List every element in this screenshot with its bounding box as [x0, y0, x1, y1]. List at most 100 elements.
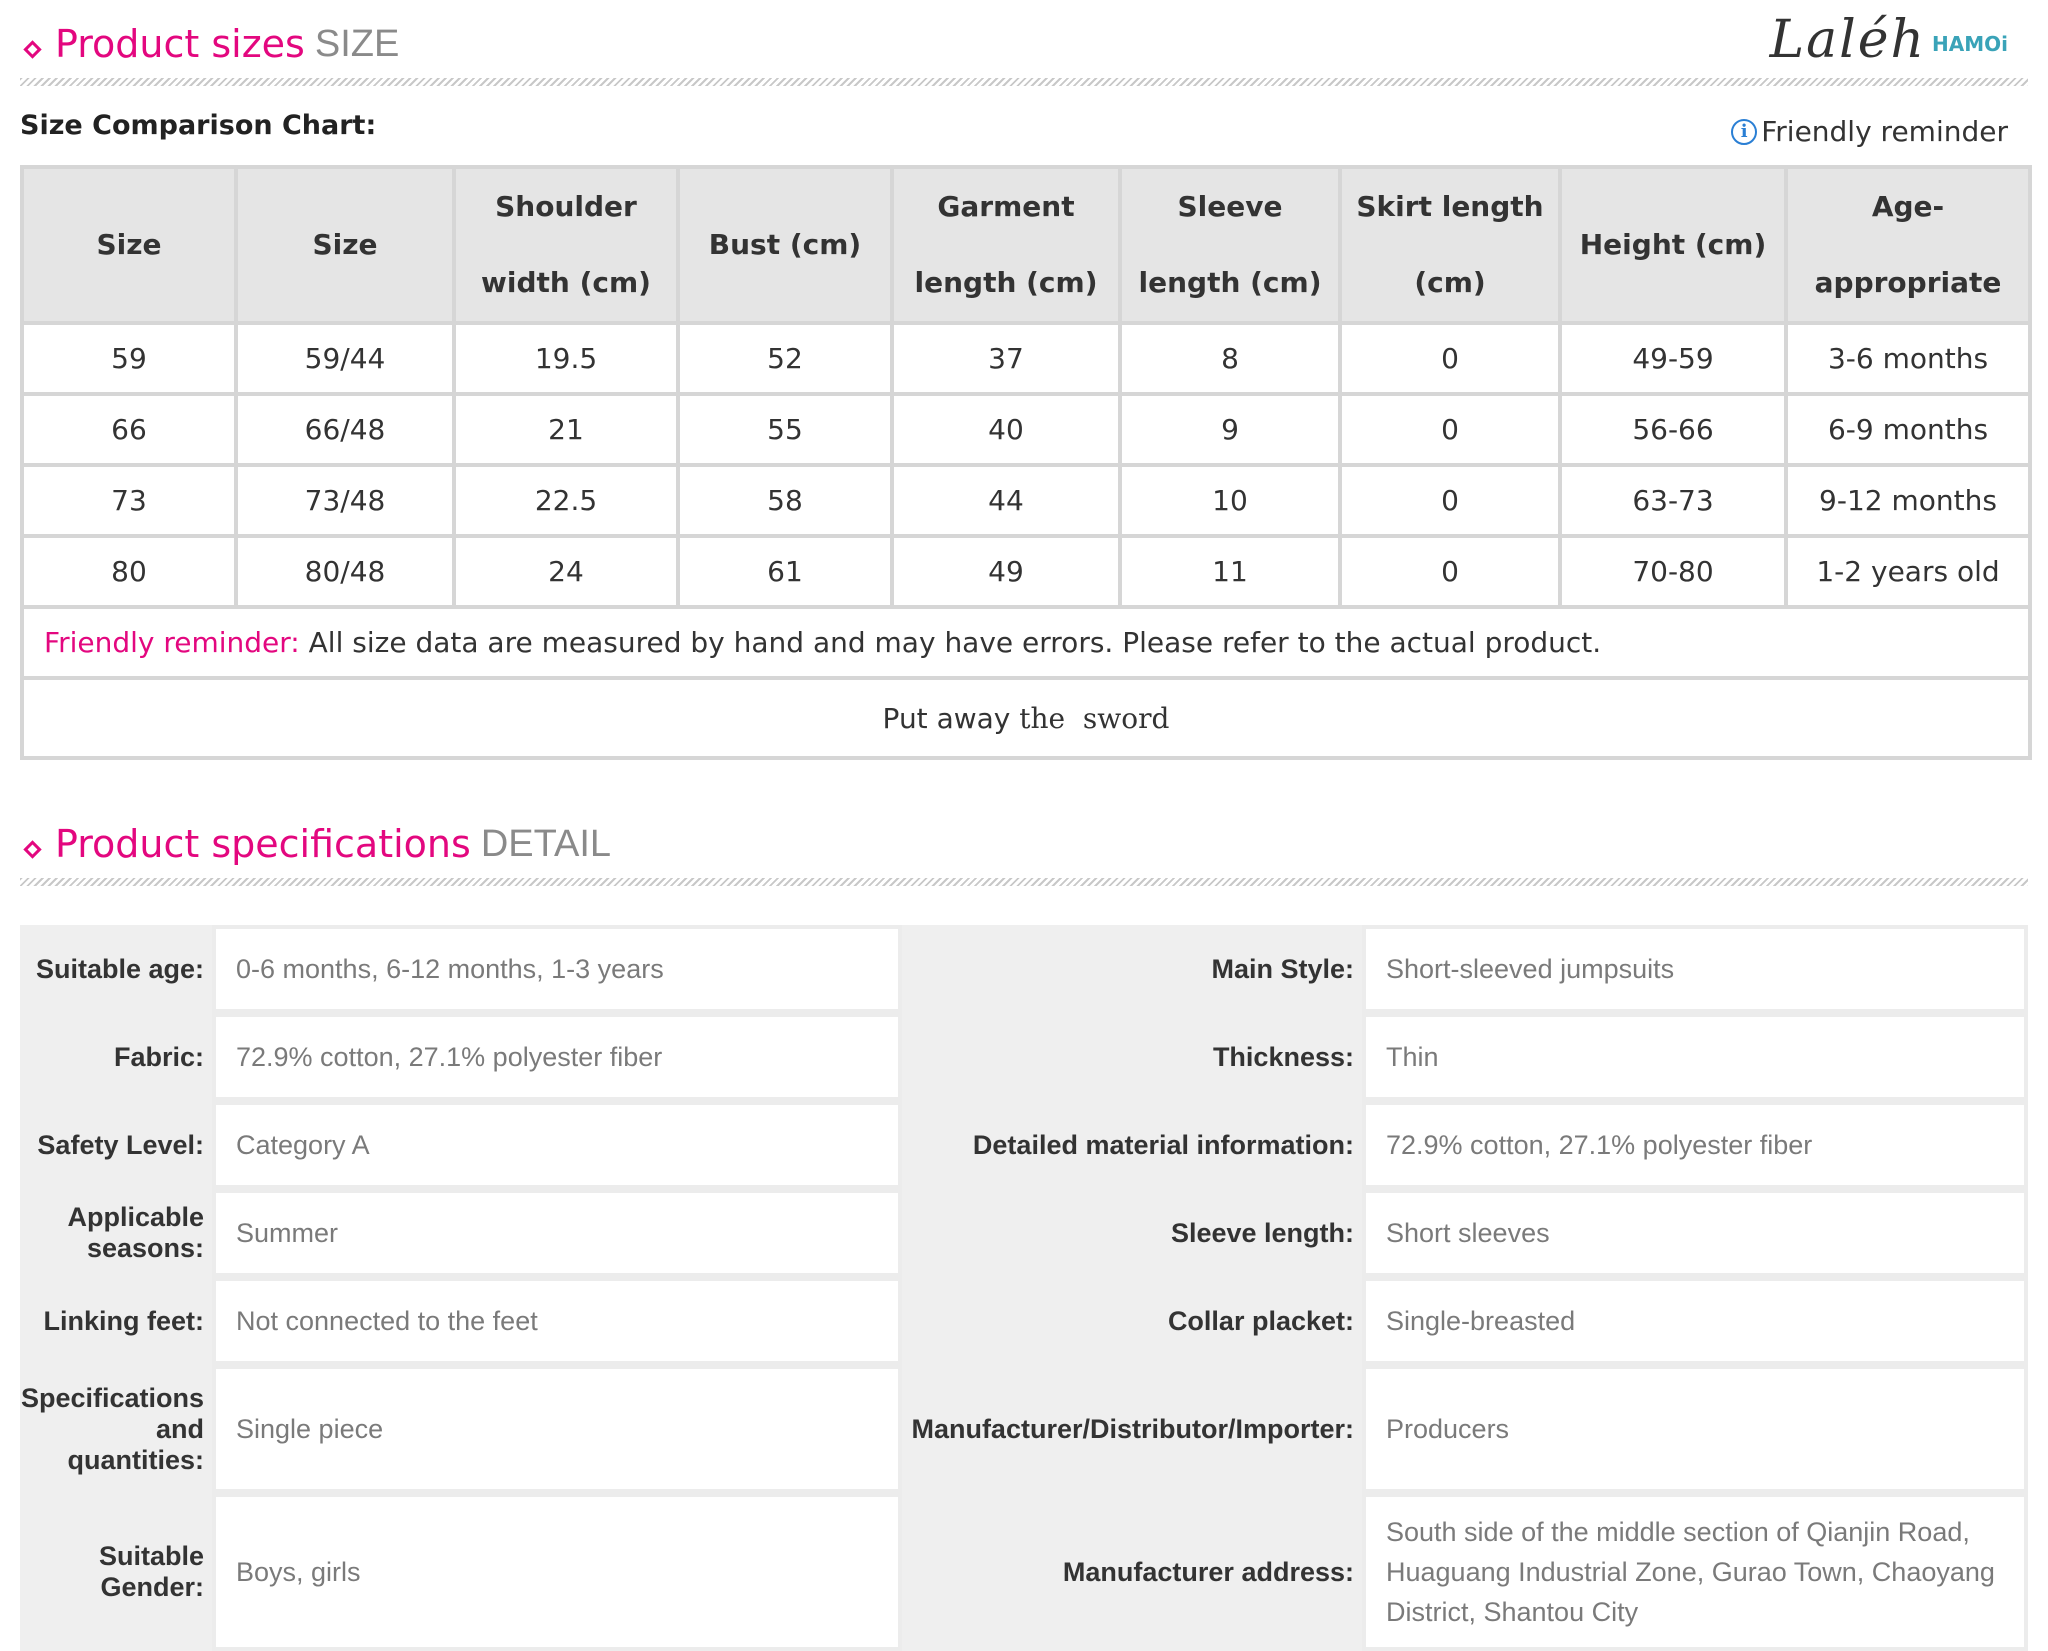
friendly-reminder-label: Friendly reminder — [1761, 115, 2008, 148]
table-cell: 73/48 — [234, 463, 456, 538]
header-cell: Skirt length (cm) — [1338, 165, 1562, 325]
note-label: Friendly reminder: — [44, 626, 300, 659]
size-table-header: Size Size Shoulder width (cm) Bust (cm) … — [20, 165, 2032, 325]
spec-key: Manufacturer address: — [902, 1493, 1362, 1651]
spec-row: Suitable Gender: Boys, girls Manufacture… — [20, 1493, 2028, 1651]
table-cell: 49-59 — [1558, 321, 1788, 396]
table-cell: 10 — [1118, 463, 1342, 538]
table-cell: 55 — [676, 392, 894, 467]
table-cell: 44 — [890, 463, 1122, 538]
spec-value: Category A — [212, 1101, 902, 1189]
table-cell: 63-73 — [1558, 463, 1788, 538]
spec-key: Linking feet: — [20, 1277, 212, 1365]
brand-hamoi: HAMOi — [1932, 32, 2008, 56]
spec-table: Suitable age: 0-6 months, 6-12 months, 1… — [20, 925, 2028, 1651]
spec-key: Collar placket: — [902, 1277, 1362, 1365]
table-cell: 70-80 — [1558, 534, 1788, 609]
table-cell: 0 — [1338, 534, 1562, 609]
table-cell: 1-2 years old — [1784, 534, 2032, 609]
size-table: Size Size Shoulder width (cm) Bust (cm) … — [20, 165, 2032, 760]
table-cell: 40 — [890, 392, 1122, 467]
sizes-section-header: Product sizes SIZE — [20, 8, 2028, 86]
size-chart-label: Size Comparison Chart: — [20, 110, 377, 141]
spec-subtitle: DETAIL — [480, 823, 612, 865]
header-cell: Size — [234, 165, 456, 325]
sizes-subtitle: SIZE — [314, 23, 400, 65]
dotted-divider — [20, 78, 2028, 86]
table-row: 73 73/48 22.5 58 44 10 0 63-73 9-12 mont… — [20, 463, 2032, 538]
table-cell: 52 — [676, 321, 894, 396]
spec-value: Single piece — [212, 1365, 902, 1493]
friendly-reminder-link[interactable]: i Friendly reminder — [1731, 115, 2008, 148]
table-row: 80 80/48 24 61 49 11 0 70-80 1-2 years o… — [20, 534, 2032, 609]
table-row: 66 66/48 21 55 40 9 0 56-66 6-9 months — [20, 392, 2032, 467]
brand-script: Laléh — [1769, 10, 1927, 70]
table-cell: 58 — [676, 463, 894, 538]
spec-key: Main Style: — [902, 925, 1362, 1013]
table-cell: 59/44 — [234, 321, 456, 396]
spec-value: 72.9% cotton, 27.1% polyester fiber — [212, 1013, 902, 1101]
spec-value: 0-6 months, 6-12 months, 1-3 years — [212, 925, 902, 1013]
table-row: 59 59/44 19.5 52 37 8 0 49-59 3-6 months — [20, 321, 2032, 396]
spec-key: Manufacturer/Distributor/Importer: — [902, 1365, 1362, 1493]
table-note-row: Friendly reminder: All size data are mea… — [20, 605, 2032, 680]
spec-key: Thickness: — [902, 1013, 1362, 1101]
table-footer-row: Put away the sword — [20, 676, 2032, 760]
brand-logo: Laléh HAMOi — [1770, 10, 2008, 70]
spec-key: Safety Level: — [20, 1101, 212, 1189]
header-cell: Height (cm) — [1558, 165, 1788, 325]
table-cell: 9 — [1118, 392, 1342, 467]
header-cell: Sleeve length (cm) — [1118, 165, 1342, 325]
table-cell: 49 — [890, 534, 1122, 609]
spec-row: Safety Level: Category A Detailed materi… — [20, 1101, 2028, 1189]
spec-value: Single-breasted — [1362, 1277, 2028, 1365]
spec-key: Suitable age: — [20, 925, 212, 1013]
table-cell: 24 — [452, 534, 680, 609]
table-cell: 11 — [1118, 534, 1342, 609]
table-cell: 6-9 months — [1784, 392, 2032, 467]
spec-key: Suitable Gender: — [20, 1493, 212, 1651]
spec-value: South side of the middle section of Qian… — [1362, 1493, 2028, 1651]
table-cell: 66/48 — [234, 392, 456, 467]
spec-value: Summer — [212, 1189, 902, 1277]
spec-value: Short sleeves — [1362, 1189, 2028, 1277]
diamond-icon — [23, 840, 42, 859]
table-cell: 22.5 — [452, 463, 680, 538]
diamond-icon — [23, 40, 42, 59]
table-cell: 61 — [676, 534, 894, 609]
spec-value: 72.9% cotton, 27.1% polyester fiber — [1362, 1101, 2028, 1189]
spec-value: Boys, girls — [212, 1493, 902, 1651]
table-cell: 0 — [1338, 321, 1562, 396]
header-cell: Size — [20, 165, 238, 325]
spec-row: Suitable age: 0-6 months, 6-12 months, 1… — [20, 925, 2028, 1013]
footer-text-a: Put away — [882, 701, 1011, 735]
sizes-title: Product sizes — [55, 22, 305, 66]
footer-text-b: the sword — [1019, 701, 1170, 735]
spec-key: Specifications and quantities: — [20, 1365, 212, 1493]
header-cell: Shoulder width (cm) — [452, 165, 680, 325]
header-cell: Garment length (cm) — [890, 165, 1122, 325]
info-icon: i — [1731, 118, 1758, 145]
table-cell: 0 — [1338, 392, 1562, 467]
table-cell: 19.5 — [452, 321, 680, 396]
table-cell: 21 — [452, 392, 680, 467]
spec-value: Short-sleeved jumpsuits — [1362, 925, 2028, 1013]
spec-value: Producers — [1362, 1365, 2028, 1493]
spec-row: Fabric: 72.9% cotton, 27.1% polyester fi… — [20, 1013, 2028, 1101]
spec-title: Product specifications — [55, 822, 471, 866]
spec-row: Linking feet: Not connected to the feet … — [20, 1277, 2028, 1365]
table-cell: 80 — [20, 534, 238, 609]
dotted-divider — [20, 878, 2028, 886]
table-cell: 0 — [1338, 463, 1562, 538]
header-cell: Bust (cm) — [676, 165, 894, 325]
table-cell: 3-6 months — [1784, 321, 2032, 396]
table-cell: 73 — [20, 463, 238, 538]
spec-value: Not connected to the feet — [212, 1277, 902, 1365]
spec-row: Applicable seasons: Summer Sleeve length… — [20, 1189, 2028, 1277]
note-text: All size data are measured by hand and m… — [308, 626, 1602, 659]
spec-section-header: Product specifications DETAIL — [20, 808, 2028, 886]
table-cell: 59 — [20, 321, 238, 396]
table-cell: 66 — [20, 392, 238, 467]
spec-key: Detailed material information: — [902, 1101, 1362, 1189]
spec-value: Thin — [1362, 1013, 2028, 1101]
